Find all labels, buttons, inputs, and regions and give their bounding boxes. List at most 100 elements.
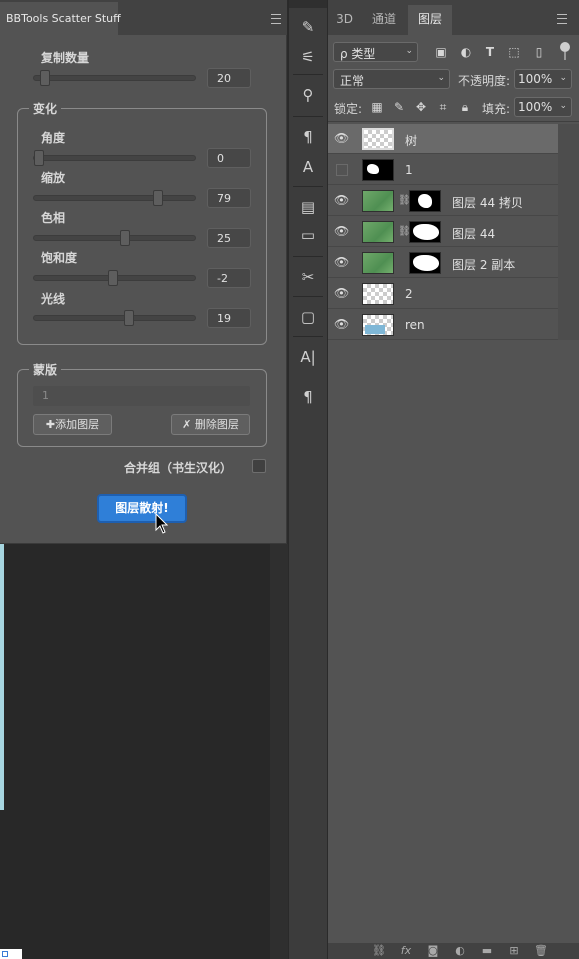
layer-mask-thumbnail[interactable] — [409, 252, 441, 274]
character-styles-icon[interactable]: A — [289, 154, 327, 180]
hue-thumb[interactable] — [120, 230, 130, 246]
copy-count-slider[interactable] — [33, 70, 196, 86]
pixel-filter-icon[interactable]: ▣ — [434, 45, 448, 59]
tool-presets-icon[interactable]: ✂ — [289, 264, 327, 290]
character-icon[interactable]: A| — [289, 344, 327, 370]
thumbnail-figure — [365, 325, 385, 334]
layer-filter-select[interactable]: ρ 类型 ⌄ — [333, 42, 418, 62]
layer-name[interactable]: ren — [405, 318, 425, 332]
layer-name[interactable]: 1 — [405, 163, 413, 177]
scale-label: 缩放 — [41, 171, 66, 185]
layer-row[interactable]: 👁︎ 图层 2 副本 — [328, 248, 558, 278]
clone-source-icon[interactable]: ⚲ — [289, 82, 327, 108]
panel-menu-icon[interactable] — [271, 14, 281, 24]
visibility-eye-icon[interactable]: 👁︎ — [334, 132, 349, 144]
layer-name[interactable]: 图层 2 副本 — [452, 256, 515, 273]
lightness-field[interactable]: 19 — [207, 308, 251, 328]
new-layer-icon[interactable]: ⊞ — [507, 945, 521, 957]
visibility-eye-icon[interactable]: 👁︎ — [334, 287, 349, 299]
saturation-label: 饱和度 — [41, 251, 78, 265]
hue-slider[interactable] — [33, 230, 196, 246]
layers-panel: 3D 通道 图层 ρ 类型 ⌄ ▣ ◐ T ⬚ ▯ 正常 ⌄ 不透明度: 100… — [328, 0, 579, 959]
layer-name[interactable]: 2 — [405, 287, 413, 301]
smart-object-filter-icon[interactable]: ▯ — [532, 45, 546, 59]
opacity-field[interactable]: 100% ⌄ — [514, 69, 572, 89]
layer-row[interactable]: 👁︎ ⛓︎ 图层 44 拷贝 — [328, 186, 558, 216]
delete-layer-button[interactable]: ✗ 删除图层 — [171, 414, 250, 435]
layer-row[interactable]: 👁︎ 2 — [328, 279, 558, 309]
paragraph-styles-icon[interactable]: ¶ — [289, 124, 327, 150]
filter-toggle-icon[interactable] — [560, 42, 570, 52]
lock-all-icon[interactable]: 🔒︎ — [458, 100, 472, 114]
visibility-eye-icon[interactable]: 👁︎ — [334, 225, 349, 237]
saturation-field[interactable]: -2 — [207, 268, 251, 288]
properties-icon[interactable]: ▤ — [289, 194, 327, 220]
layer-row[interactable]: 👁︎ ren — [328, 310, 558, 340]
tab-channels[interactable]: 通道 — [362, 5, 406, 35]
folder-icon[interactable]: ▬ — [480, 945, 494, 957]
tab-layers[interactable]: 图层 — [408, 5, 452, 35]
blend-mode-select[interactable]: 正常 ⌄ — [333, 69, 450, 89]
tab-3d[interactable]: 3D — [328, 5, 361, 35]
canvas-gutter — [270, 544, 288, 959]
layer-row[interactable]: 👁︎ ⛓︎ 图层 44 — [328, 217, 558, 247]
link-icon[interactable]: ⛓︎ — [372, 945, 386, 957]
angle-slider[interactable] — [33, 150, 196, 166]
lock-label: 锁定: — [334, 102, 363, 116]
paragraph-icon[interactable]: ¶ — [289, 384, 327, 410]
layer-name[interactable]: 图层 44 拷贝 — [452, 194, 523, 211]
notes-icon[interactable]: ▭ — [289, 222, 327, 248]
adjustment-icon[interactable]: ◐ — [453, 945, 467, 957]
layers-scrollbar-track[interactable] — [558, 124, 579, 340]
copy-count-field[interactable]: 20 — [207, 68, 251, 88]
visibility-eye-icon[interactable]: 👁︎ — [334, 194, 349, 206]
lightness-slider[interactable] — [33, 310, 196, 326]
strip-grip — [289, 0, 327, 8]
saturation-slider[interactable] — [33, 270, 196, 286]
layers-menu-icon[interactable] — [557, 14, 567, 24]
layer-mask-thumbnail[interactable] — [409, 221, 441, 243]
hue-field[interactable]: 25 — [207, 228, 251, 248]
visibility-eye-icon[interactable]: 👁︎ — [334, 256, 349, 268]
shape-filter-icon[interactable]: ⬚ — [507, 45, 521, 59]
layer-mask-thumbnail[interactable] — [409, 190, 441, 212]
brush-presets-icon[interactable]: ⚟ — [289, 44, 327, 70]
angle-thumb[interactable] — [34, 150, 44, 166]
type-filter-icon[interactable]: T — [483, 45, 497, 59]
mask-link-icon[interactable]: ⛓︎ — [398, 226, 411, 238]
canvas-area[interactable] — [0, 544, 270, 959]
lock-transparency-icon[interactable]: ▦ — [370, 100, 384, 114]
copy-count-thumb[interactable] — [40, 70, 50, 86]
layer-thumbnail — [362, 159, 394, 181]
scatter-layers-button[interactable]: 图层散射! — [97, 494, 187, 523]
lock-pixels-icon[interactable]: ✎ — [392, 100, 406, 114]
fill-field[interactable]: 100% ⌄ — [514, 97, 572, 117]
scale-slider[interactable] — [33, 190, 196, 206]
brush-settings-icon[interactable]: ✎ — [289, 14, 327, 40]
layer-row[interactable]: 👁︎ 树 — [328, 124, 558, 154]
scale-thumb[interactable] — [153, 190, 163, 206]
saturation-thumb[interactable] — [108, 270, 118, 286]
visibility-eye-icon[interactable]: 👁︎ — [334, 318, 349, 330]
lightness-label: 光线 — [41, 292, 66, 306]
layer-row[interactable]: 1 — [328, 155, 558, 185]
panel-icon-strip: ✎ ⚟ ⚲ ¶ A ▤ ▭ ✂ ▢ A| ¶ — [288, 0, 328, 959]
mask-field[interactable]: 1 — [33, 386, 250, 406]
lock-artboard-icon[interactable]: ⌗ — [436, 100, 450, 114]
layer-name[interactable]: 图层 44 — [452, 225, 495, 242]
adjustment-filter-icon[interactable]: ◐ — [459, 45, 473, 59]
layer-name[interactable]: 树 — [405, 132, 417, 149]
trash-icon[interactable]: 🗑︎ — [534, 945, 548, 957]
mask-icon[interactable]: ◙ — [426, 945, 440, 957]
lock-position-icon[interactable]: ✥ — [414, 100, 428, 114]
scale-field[interactable]: 79 — [207, 188, 251, 208]
visibility-off-box[interactable] — [336, 164, 348, 176]
lightness-thumb[interactable] — [124, 310, 134, 326]
mask-link-icon[interactable]: ⛓︎ — [398, 195, 411, 207]
layer-comps-icon[interactable]: ▢ — [289, 304, 327, 330]
merge-group-checkbox[interactable] — [252, 459, 266, 473]
angle-field[interactable]: 0 — [207, 148, 251, 168]
fx-icon[interactable]: fx — [399, 945, 413, 957]
add-layer-button[interactable]: ✚添加图层 — [33, 414, 112, 435]
scatter-tab[interactable]: BBTools Scatter Stuff — [0, 2, 121, 35]
